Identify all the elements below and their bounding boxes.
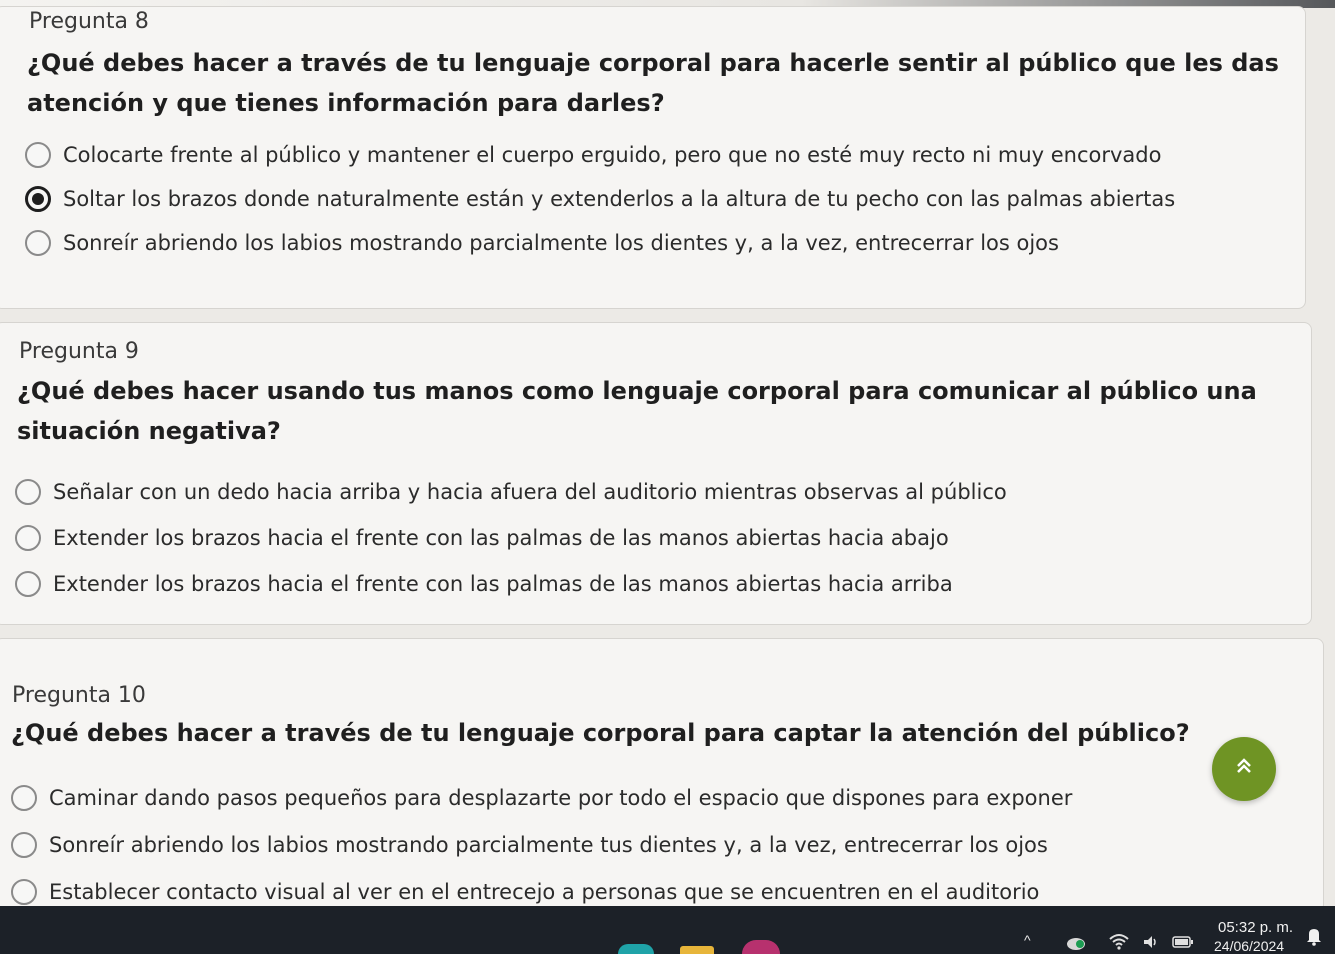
radio-button[interactable] — [11, 785, 37, 811]
taskbar-app-icon[interactable] — [742, 940, 780, 954]
answer-label: Colocarte frente al público y mantener e… — [63, 143, 1162, 167]
answer-option[interactable]: Caminar dando pasos pequeños para despla… — [11, 785, 1072, 811]
radio-button[interactable] — [25, 142, 51, 168]
taskbar-app-icon[interactable] — [618, 944, 654, 954]
battery-icon[interactable] — [1172, 935, 1194, 951]
answer-option[interactable]: Colocarte frente al público y mantener e… — [25, 142, 1161, 168]
radio-button[interactable] — [11, 879, 37, 905]
answer-label: Establecer contacto visual al ver en el … — [49, 880, 1040, 904]
question-number: Pregunta 8 — [29, 9, 149, 34]
answer-label: Señalar con un dedo hacia arriba y hacia… — [53, 480, 1007, 504]
answer-label: Soltar los brazos donde naturalmente est… — [63, 187, 1176, 211]
answer-label: Caminar dando pasos pequeños para despla… — [49, 786, 1073, 810]
question-text: ¿Qué debes hacer a través de tu lenguaje… — [27, 49, 1279, 117]
question-card-8: Pregunta 8 ¿Qué debes hacer a través de … — [0, 6, 1306, 309]
radio-button[interactable] — [25, 230, 51, 256]
answer-option[interactable]: Sonreír abriendo los labios mostrando pa… — [11, 832, 1048, 858]
scroll-to-top-button[interactable] — [1212, 737, 1276, 801]
taskbar: ^ — [0, 906, 1335, 954]
question-text: ¿Qué debes hacer a través de tu lenguaje… — [11, 719, 1190, 747]
clock-time[interactable]: 05:32 p. m. — [1218, 919, 1293, 936]
answer-label: Sonreír abriendo los labios mostrando pa… — [49, 833, 1048, 857]
question-number: Pregunta 9 — [19, 339, 139, 364]
radio-button-checked[interactable] — [25, 186, 51, 212]
answer-option-selected[interactable]: Soltar los brazos donde naturalmente est… — [25, 186, 1175, 212]
answer-option[interactable]: Extender los brazos hacia el frente con … — [15, 525, 949, 551]
radio-button[interactable] — [15, 479, 41, 505]
folder-icon[interactable] — [680, 946, 714, 954]
app-icon[interactable] — [1066, 934, 1086, 953]
question-text: ¿Qué debes hacer usando tus manos como l… — [17, 377, 1257, 445]
answer-option[interactable]: Establecer contacto visual al ver en el … — [11, 879, 1039, 905]
volume-icon[interactable] — [1142, 934, 1158, 953]
double-chevron-up-icon — [1234, 756, 1254, 782]
radio-button[interactable] — [15, 571, 41, 597]
radio-button[interactable] — [11, 832, 37, 858]
radio-button[interactable] — [15, 525, 41, 551]
answer-option[interactable]: Sonreír abriendo los labios mostrando pa… — [25, 230, 1059, 256]
question-card-9: Pregunta 9 ¿Qué debes hacer usando tus m… — [0, 322, 1312, 625]
answer-label: Sonreír abriendo los labios mostrando pa… — [63, 231, 1059, 255]
wifi-icon[interactable] — [1108, 932, 1130, 953]
answer-option[interactable]: Señalar con un dedo hacia arriba y hacia… — [15, 479, 1007, 505]
answer-label: Extender los brazos hacia el frente con … — [53, 526, 949, 550]
answer-option[interactable]: Extender los brazos hacia el frente con … — [15, 571, 953, 597]
chevron-up-icon[interactable]: ^ — [1024, 932, 1031, 948]
clock-date[interactable]: 24/06/2024 — [1214, 938, 1284, 954]
answer-label: Extender los brazos hacia el frente con … — [53, 572, 953, 596]
notification-icon[interactable] — [1306, 926, 1322, 949]
question-card-10: Pregunta 10 ¿Qué debes hacer a través de… — [0, 638, 1324, 913]
question-number: Pregunta 10 — [12, 683, 146, 708]
